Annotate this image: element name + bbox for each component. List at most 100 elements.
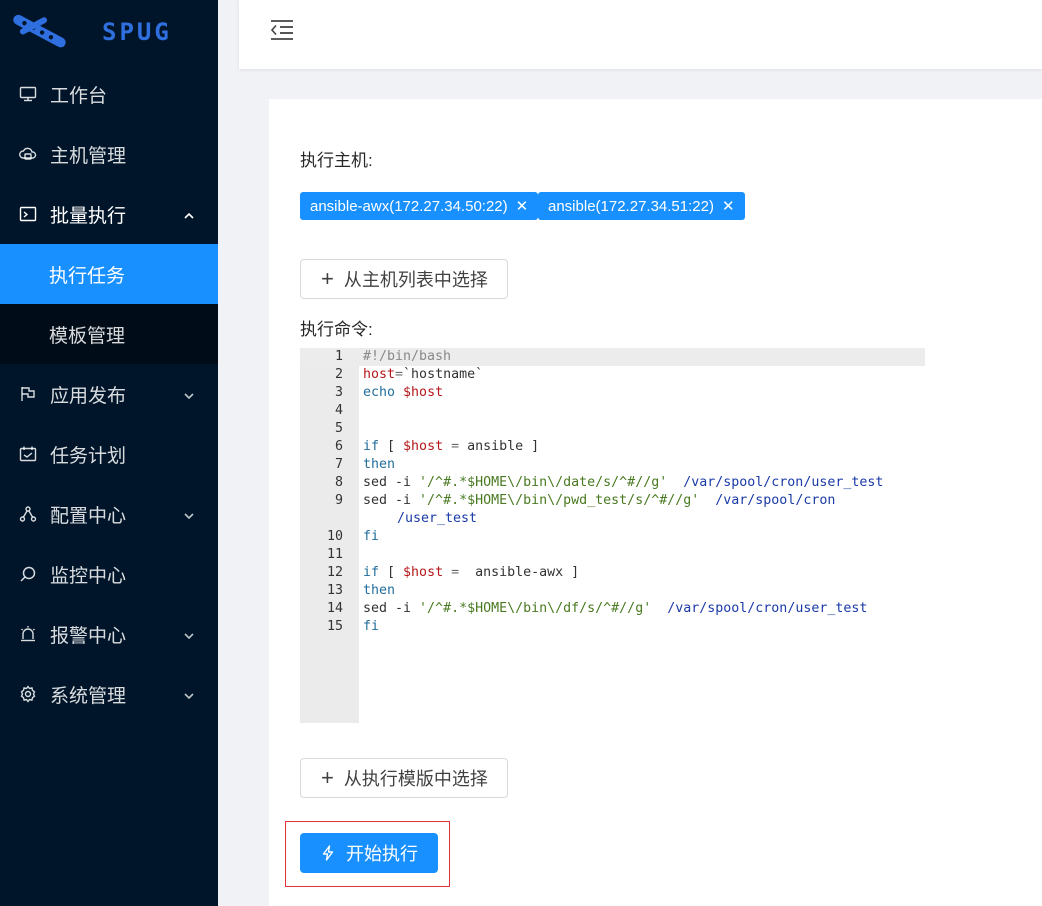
code-text: host=`hostname` [363,367,484,382]
deployment-icon [18,504,38,524]
line-number: 13 [326,583,343,598]
start-exec-button-label: 开始执行 [346,844,418,864]
line-number: 14 [326,601,343,616]
sidebar-item-schedule[interactable]: 任务计划 [0,424,218,484]
sidebar-item-label: 工作台 [50,85,108,107]
sidebar-item-label: 任务计划 [50,445,127,467]
sidebar-item-config-center[interactable]: 配置中心 [0,484,218,544]
code-text: #!/bin/bash [363,349,452,364]
select-hosts-button-label: 从主机列表中选择 [343,270,488,290]
code-line: 11 [300,546,925,564]
code-text: /user_test [397,511,478,526]
sidebar-item-label: 批量执行 [50,205,127,227]
code-line: 2 host=`hostname` [300,366,925,384]
sidebar-item-hosts[interactable]: 主机管理 [0,124,218,184]
line-number: 12 [326,565,343,580]
sidebar-item-label: 监控中心 [50,565,127,587]
exec-task-card: 执行主机: ansible-awx(172.27.34.50:22) ✕ ans… [269,99,1042,906]
select-hosts-button[interactable]: + 从主机列表中选择 [300,259,508,299]
submenu-list: 执行任务 模板管理 [0,244,218,364]
menu-fold-icon[interactable] [269,17,295,43]
logo[interactable]: SPUG [0,0,218,64]
sidebar-item-app-release[interactable]: 应用发布 [0,364,218,424]
code-line: 9 sed -i '/^#.*$HOME\/bin\/pwd_test/s/^#/… [300,492,925,510]
schedule-icon [18,444,38,464]
chevron-down-icon [182,387,196,401]
setting-icon [18,684,38,704]
top-header [239,0,1042,69]
code-text: fi [363,619,380,634]
hosts-label: 执行主机: [300,151,373,170]
monitor-icon [18,84,38,104]
line-number: 2 [334,367,343,382]
submenu-batch-exec: 执行任务 模板管理 [0,244,218,364]
code-text: sed -i '/^#.*$HOME\/bin\/pwd_test/s/^#//… [363,493,836,508]
terminal-icon [18,204,38,224]
code-line: 10 fi [300,528,925,546]
code-text: fi [363,529,380,544]
host-tag-label: ansible-awx(172.27.34.50:22) [310,197,508,215]
sidebar-item-label: 执行任务 [49,265,126,287]
chevron-down-icon [182,627,196,641]
sidebar-item-label: 系统管理 [50,685,127,707]
code-line: 15 fi [300,618,925,636]
start-exec-button[interactable]: 开始执行 [300,833,438,873]
close-icon[interactable]: ✕ [516,197,529,215]
command-label: 执行命令: [300,320,373,339]
alert-icon [18,624,38,644]
command-editor[interactable]: 1 #!/bin/bash 2 host=`hostname` 3 echo $host 4… [300,348,925,723]
sidebar-item-monitor-center[interactable]: 监控中心 [0,544,218,604]
cloud-server-icon [18,144,38,164]
chevron-down-icon [182,687,196,701]
plus-icon: + [321,765,334,790]
code-text: then [363,583,396,598]
select-template-button[interactable]: + 从执行模版中选择 [300,758,508,798]
line-number: 15 [326,619,343,634]
code-line: 5 [300,420,925,438]
code-line: 4 [300,402,925,420]
flag-icon [18,384,38,404]
sidebar-item-system-manage[interactable]: 系统管理 [0,664,218,724]
code-line: 1 #!/bin/bash [300,348,925,366]
code-line: 3 echo $host [300,384,925,402]
code-line: 12 if [ $host = ansible-awx ] [300,564,925,582]
sidebar-item-exec-task[interactable]: 执行任务 [0,244,218,304]
code-text: echo $host [363,385,444,400]
sidebar-item-workbench[interactable]: 工作台 [0,64,218,124]
host-tag: ansible-awx(172.27.34.50:22) ✕ [300,192,539,220]
sidebar-item-label: 应用发布 [50,385,127,407]
sidebar-item-template-manage[interactable]: 模板管理 [0,304,218,364]
line-number: 5 [334,421,343,436]
sidebar-item-label: 报警中心 [50,625,127,647]
code-text: sed -i '/^#.*$HOME\/bin\/df/s/^#//g' /va… [363,601,868,616]
sidebar-item-label: 配置中心 [50,505,127,527]
plus-icon: + [321,266,334,291]
code-line: 13 then [300,582,925,600]
line-number: 1 [334,349,343,364]
line-number: 3 [334,385,343,400]
host-tag: ansible(172.27.34.51:22) ✕ [538,192,745,220]
line-number: 6 [334,439,343,454]
chevron-down-icon [182,507,196,521]
sidebar-item-alarm-center[interactable]: 报警中心 [0,604,218,664]
logo-text: SPUG [102,18,172,46]
line-number: 11 [326,547,343,562]
line-number: 8 [334,475,343,490]
line-number: 4 [334,403,343,418]
code-text: then [363,457,396,472]
sidebar-item-label: 主机管理 [50,145,127,167]
code-line: 7 then [300,456,925,474]
line-number: 10 [326,529,343,544]
line-number: 7 [334,457,343,472]
host-tag-label: ansible(172.27.34.51:22) [548,197,714,215]
code-line: 14 sed -i '/^#.*$HOME\/bin\/df/s/^#//g' /… [300,600,925,618]
chevron-up-icon [182,207,196,221]
search-icon [18,564,38,584]
code-text: if [ $host = ansible-awx ] [363,565,580,580]
thunderbolt-icon [320,845,336,861]
close-icon[interactable]: ✕ [722,197,735,215]
sidebar-item-batch-exec[interactable]: 批量执行 [0,184,218,244]
logo-icon [8,14,70,50]
code-text: if [ $host = ansible ] [363,439,540,454]
line-number: 9 [334,493,343,508]
